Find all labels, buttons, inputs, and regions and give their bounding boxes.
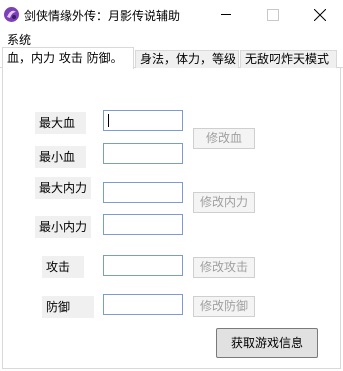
- min-hp-input[interactable]: [103, 143, 183, 164]
- app-icon: [3, 6, 20, 23]
- window-title: 剑侠情缘外传：月影传说辅助: [24, 9, 181, 23]
- min-hp-label: 最小血: [35, 146, 86, 168]
- attack-label: 攻击: [42, 256, 84, 278]
- close-icon: [314, 9, 326, 21]
- tab-agility-stamina-level[interactable]: 身法，体力，等级: [135, 50, 239, 68]
- min-mp-input[interactable]: [103, 214, 183, 235]
- menu-item-system[interactable]: 系统: [5, 31, 33, 48]
- close-button[interactable]: [297, 0, 343, 30]
- modify-attack-button[interactable]: 修改攻击: [193, 257, 255, 278]
- menu-bar: 系统: [0, 30, 343, 48]
- defense-input[interactable]: [103, 294, 183, 315]
- attack-input[interactable]: [103, 255, 183, 276]
- tab-hp-mp-attack-defense[interactable]: 血，内力 攻击 防御。: [2, 47, 134, 69]
- modify-mp-button[interactable]: 修改内力: [193, 192, 255, 213]
- title-bar: 剑侠情缘外传：月影传说辅助: [0, 0, 343, 30]
- defense-label: 防御: [42, 296, 94, 318]
- tab-invincible-mode[interactable]: 无敌叼炸天模式: [240, 50, 337, 68]
- max-mp-input[interactable]: [103, 182, 183, 203]
- min-mp-label: 最小内力: [35, 216, 91, 238]
- maximize-button[interactable]: [249, 0, 295, 30]
- max-mp-label: 最大内力: [35, 177, 91, 199]
- modify-defense-button[interactable]: 修改防御: [193, 296, 255, 317]
- max-hp-input[interactable]: [103, 110, 183, 131]
- max-hp-label: 最大血: [35, 112, 86, 134]
- modify-hp-button[interactable]: 修改血: [193, 128, 255, 149]
- get-game-info-button[interactable]: 获取游戏信息: [216, 328, 318, 358]
- minimize-button[interactable]: [203, 0, 249, 30]
